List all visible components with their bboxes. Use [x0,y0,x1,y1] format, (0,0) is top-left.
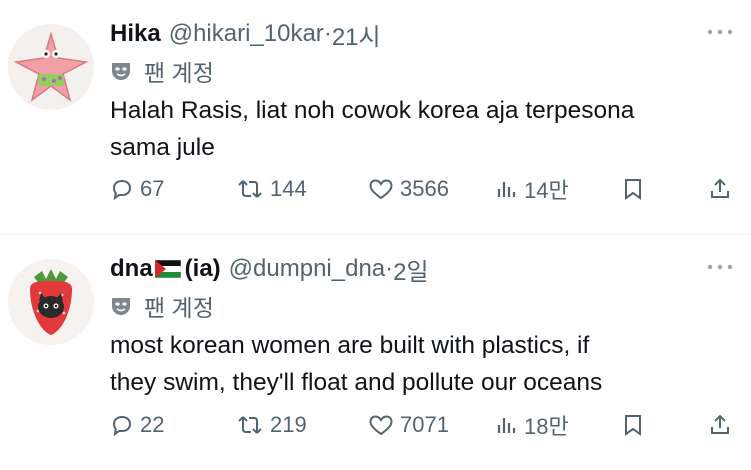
views-button[interactable]: 18만 [496,409,569,441]
reply-icon [112,415,132,437]
fan-account-label: 팬 계정 [110,289,737,323]
share-icon [711,414,729,434]
tweet[interactable]: dna (ia) @dumpni_dna · 2일 팬 계정 most kore… [0,234,751,470]
views-button[interactable]: 14만 [496,173,569,205]
reply-icon [112,179,132,201]
tweet-text: most korean women are built with plastic… [110,332,603,396]
tweet-header: dna (ia) @dumpni_dna · 2일 [110,251,737,287]
tweet[interactable]: Hika @hikari_10kar · 21시 팬 계정 Halah Rasi… [0,0,751,234]
strawberry-cat-avatar-icon [8,259,94,345]
mask-icon [112,63,130,80]
reply-button[interactable]: 22 [110,412,164,438]
display-name-suffix[interactable]: (ia) [185,255,221,283]
avatar[interactable] [8,259,94,345]
avatar[interactable] [8,24,94,110]
timestamp[interactable]: 21시 [332,17,381,52]
view-count: 14만 [524,178,569,203]
reply-count: 67 [140,176,165,201]
separator: · [323,20,332,47]
separator: · [385,255,394,282]
bookmark-icon [625,179,641,200]
mask-icon [112,298,130,315]
heart-icon [369,179,393,200]
bookmark-button[interactable] [622,413,650,437]
share-button[interactable] [709,177,737,201]
more-options-icon[interactable] [703,22,737,42]
fan-account-text: 팬 계정 [144,60,214,86]
views-chart-icon [497,418,516,433]
bookmark-icon [625,415,641,436]
tweet-header: Hika @hikari_10kar · 21시 [110,16,737,52]
retweet-count: 219 [270,412,307,437]
retweet-button[interactable]: 219 [236,412,307,438]
retweet-button[interactable]: 144 [236,176,307,202]
retweet-icon [238,180,262,198]
fan-account-label: 팬 계정 [110,54,737,88]
display-name[interactable]: Hika [110,20,161,48]
share-icon [711,178,729,198]
view-count: 18만 [524,414,569,439]
like-button[interactable]: 7071 [368,412,449,438]
reply-button[interactable]: 67 [110,176,164,202]
like-count: 3566 [400,176,449,201]
share-button[interactable] [709,413,737,437]
fan-account-text: 팬 계정 [144,295,214,321]
heart-icon [369,415,393,436]
palestine-flag-icon [154,260,181,278]
like-count: 7071 [400,412,449,437]
retweet-icon [238,416,262,434]
display-name[interactable]: dna [110,255,153,283]
timestamp[interactable]: 2일 [393,252,428,287]
bookmark-button[interactable] [622,177,650,201]
user-handle[interactable]: @dumpni_dna [229,255,385,283]
retweet-count: 144 [270,176,307,201]
patrick-star-avatar-icon [8,24,94,110]
views-chart-icon [497,182,516,197]
timeline-feed: Hika @hikari_10kar · 21시 팬 계정 Halah Rasi… [0,0,751,470]
reply-count: 22 [140,412,165,437]
more-options-icon[interactable] [703,257,737,277]
tweet-text: Halah Rasis, liat noh cowok korea aja te… [110,97,635,161]
user-handle[interactable]: @hikari_10kar [169,20,324,48]
like-button[interactable]: 3566 [368,176,449,202]
